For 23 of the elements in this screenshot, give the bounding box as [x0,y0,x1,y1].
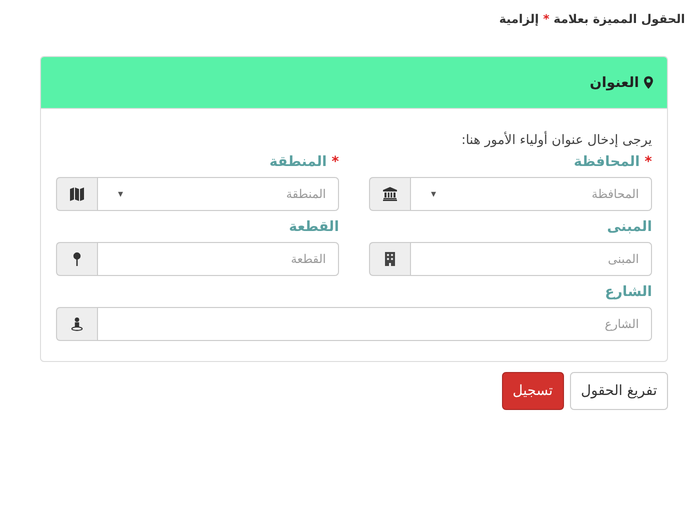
person-icon [71,317,83,331]
input-field[interactable]: الشارع [97,307,652,341]
register-button[interactable]: تسجيل [502,372,564,410]
instruction-text: يرجى إدخال عنوان أولياء الأمور هنا: [460,133,652,148]
map-icon [70,187,84,201]
caret-icon: ▾ [423,188,436,200]
required-note: الحقول المميزة بعلامة * إلزامية [498,11,685,26]
caret-icon: ▾ [110,188,124,200]
field-label: المبنى [606,219,652,235]
pushpin-icon [73,252,81,266]
panel-title: العنوان [590,74,639,90]
field-label: * المنطقة [268,154,339,170]
select-field[interactable]: المنطقة ▾ [97,177,339,211]
input-field[interactable]: المبنى [410,242,652,276]
select-field[interactable]: المحافظة ▾ [410,177,652,211]
bank-icon [383,187,397,201]
clear-fields-button[interactable]: تفريغ الحقول [570,372,668,410]
field-label: * المحافظة [572,154,652,170]
building-icon [385,252,395,266]
field-label: القطعة [288,219,339,235]
input-field[interactable]: القطعة [97,242,339,276]
field-label: الشارع [604,284,652,300]
map-marker-icon [644,76,653,89]
